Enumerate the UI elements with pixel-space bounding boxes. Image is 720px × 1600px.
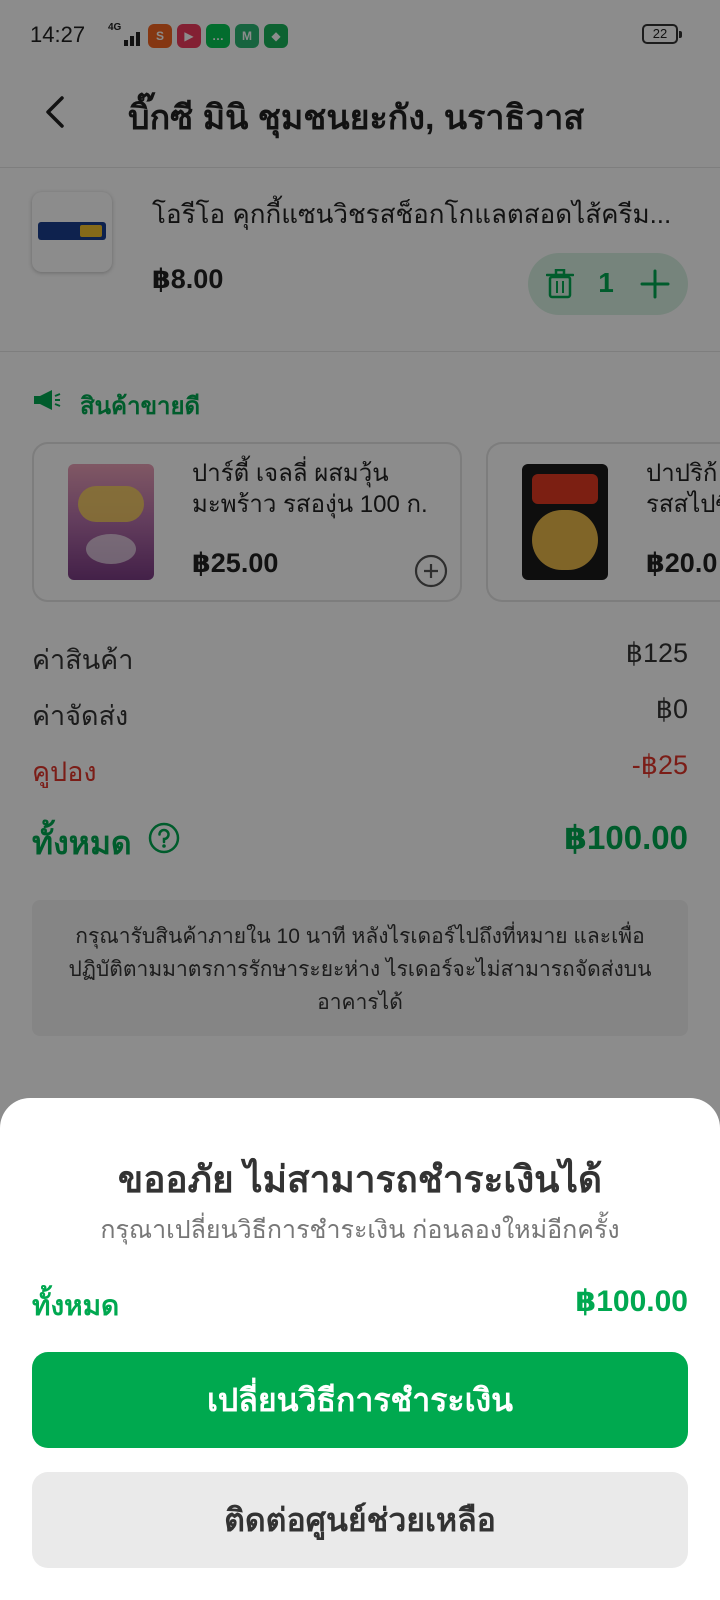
screen: 14:27 4G S ▶ … M ◆ 22 บิ๊กซี มินิ ชุมชนย…: [0, 0, 720, 1600]
contact-help-center-button[interactable]: ติดต่อศูนย์ช่วยเหลือ: [32, 1472, 688, 1568]
dialog-title: ขออภัย ไม่สามารถชำระเงินได้: [117, 1159, 603, 1200]
dialog-subtitle: กรุณาเปลี่ยนวิธีการชำระเงิน ก่อนลองใหม่อ…: [100, 1216, 620, 1244]
dialog-total-value: ฿100.00: [575, 1285, 688, 1318]
dialog-total-label: ทั้งหมด: [32, 1290, 120, 1321]
change-payment-method-button[interactable]: เปลี่ยนวิธีการชำระเงิน: [32, 1352, 688, 1448]
payment-error-sheet: ขออภัย ไม่สามารถชำระเงินได้ กรุณาเปลี่ยน…: [0, 1098, 720, 1600]
